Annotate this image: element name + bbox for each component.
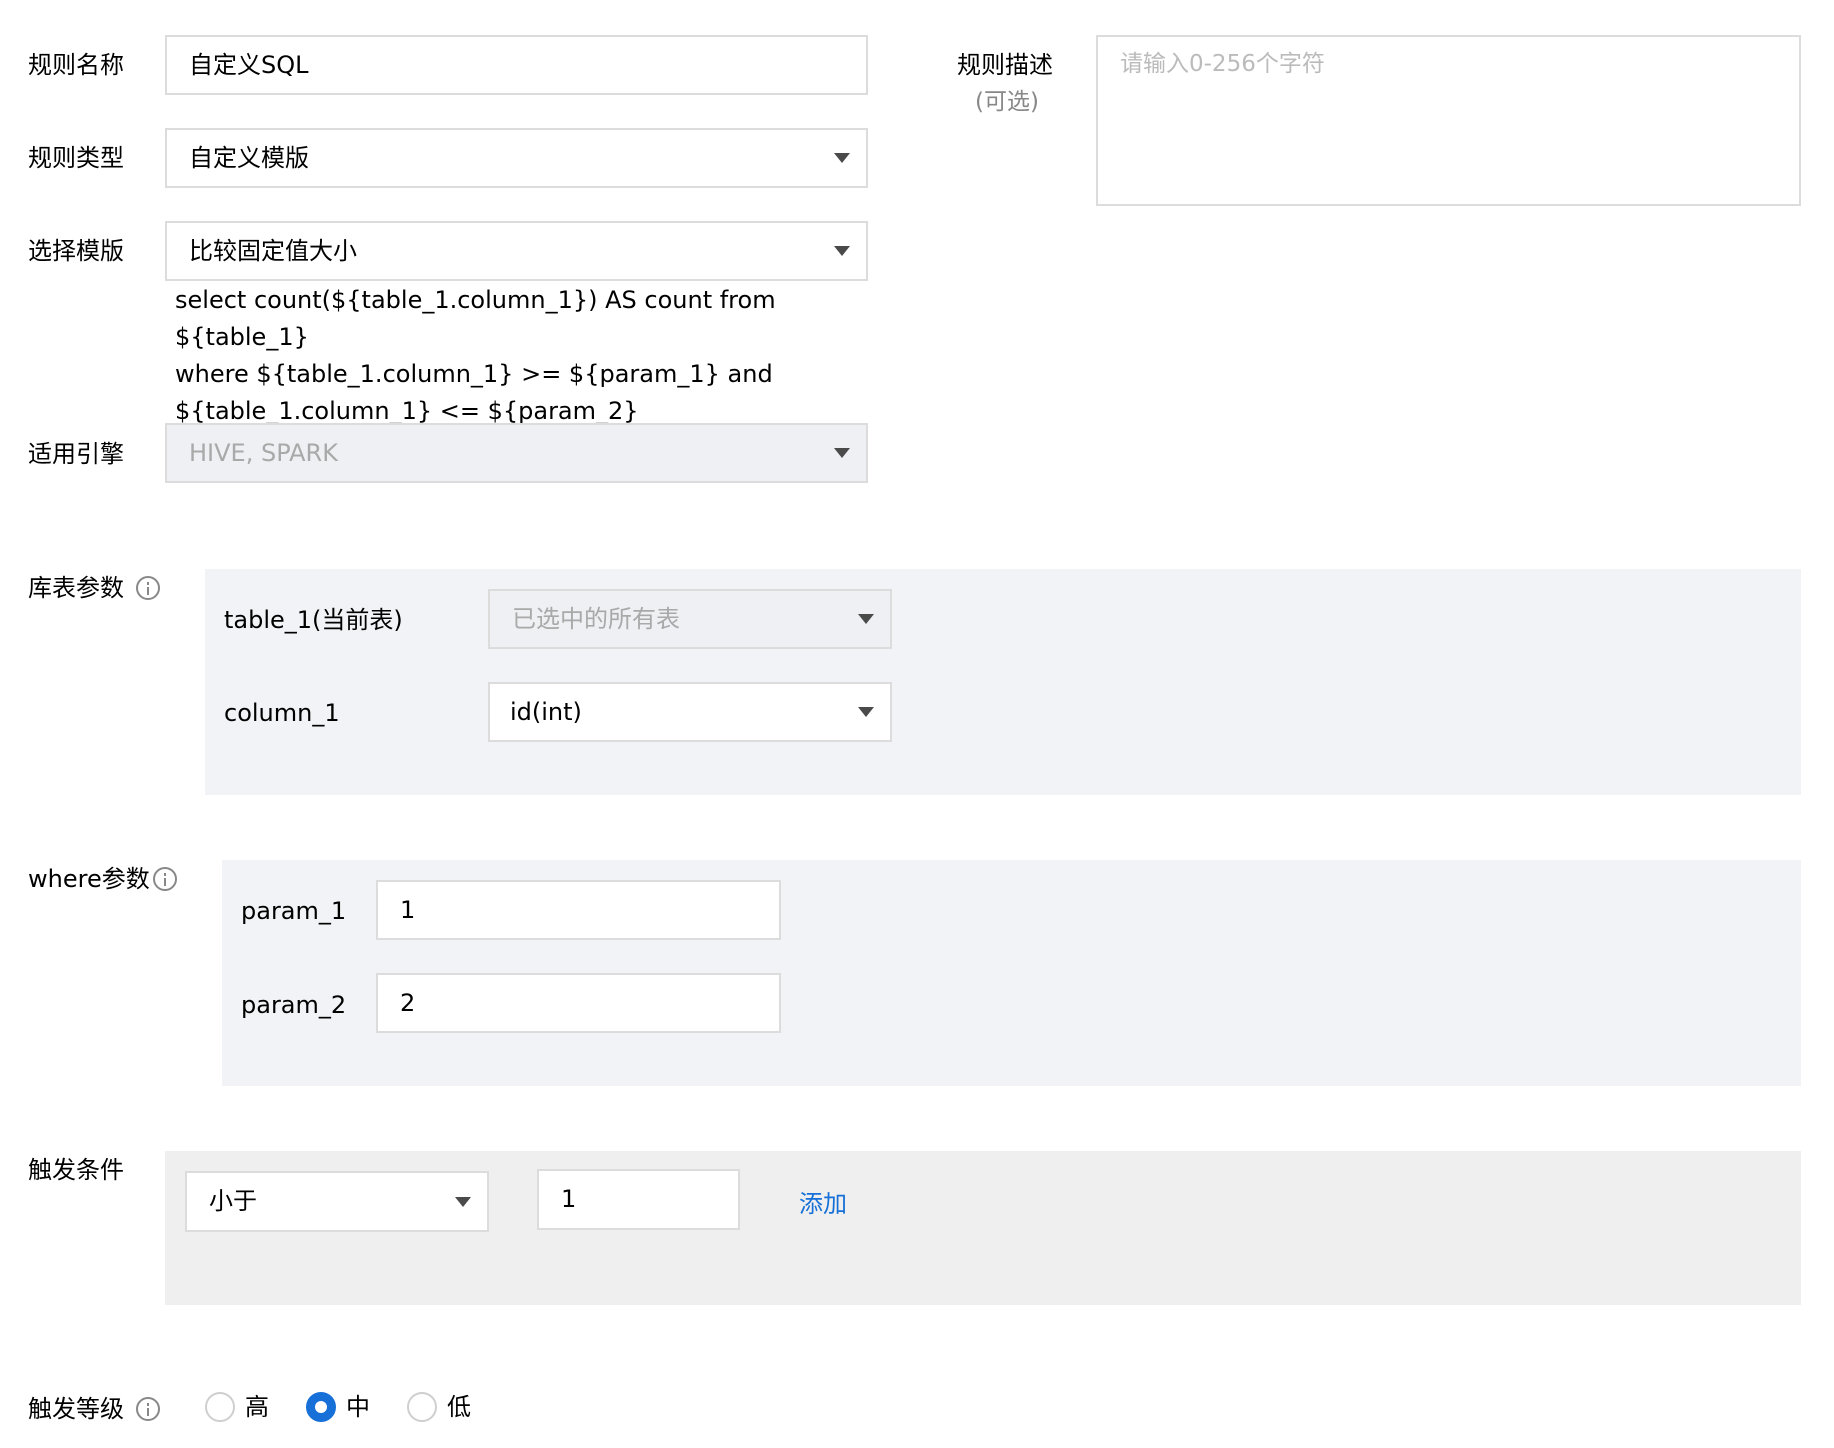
table-params-panel [205,569,1801,795]
radio-high-label: 高 [245,1393,269,1421]
rule-name-input[interactable]: 自定义SQL [165,35,868,95]
column-param-name: column_1 [224,699,340,727]
template-sql: select count(${table_1.column_1}) AS cou… [175,282,875,430]
trigger-level-label: 触发等级 [28,1395,124,1423]
chevron-down-icon [858,707,874,717]
info-icon[interactable] [136,576,160,600]
radio-low[interactable] [407,1392,437,1422]
engine-label: 适用引擎 [28,440,124,468]
info-icon[interactable] [136,1397,160,1421]
trigger-operator-select[interactable]: 小于 [185,1171,489,1232]
template-select[interactable]: 比较固定值大小 [165,221,868,281]
radio-medium[interactable] [306,1392,336,1422]
where-param-name: param_1 [241,897,347,925]
rule-desc-textarea[interactable]: 请输入0-256个字符 [1096,35,1801,206]
info-icon[interactable] [153,867,177,891]
column-param-value: id(int) [510,698,582,726]
trigger-condition-label: 触发条件 [28,1156,124,1184]
rule-desc-label: 规则描述 [957,51,1053,79]
rule-type-select[interactable]: 自定义模版 [165,128,868,188]
trigger-value-input[interactable]: 1 [537,1169,740,1230]
rule-type-label: 规则类型 [28,144,124,172]
column-param-select[interactable]: id(int) [488,682,892,742]
radio-high[interactable] [205,1392,235,1422]
radio-low-label: 低 [447,1393,471,1421]
chevron-down-icon [455,1196,471,1207]
rule-type-value: 自定义模版 [189,144,309,172]
sql-line: select count(${table_1.column_1}) AS cou… [175,286,776,351]
where-param-input[interactable]: 1 [376,880,781,940]
add-condition-link[interactable]: 添加 [799,1187,847,1221]
chevron-down-icon [858,614,874,624]
chevron-down-icon [834,246,850,256]
chevron-down-icon [834,153,850,163]
where-params-label: where参数 [28,865,150,893]
rule-desc-optional: (可选) [975,89,1039,115]
table-param-select: 已选中的所有表 [488,589,892,649]
trigger-operator-value: 小于 [209,1187,257,1215]
engine-value: HIVE, SPARK [189,439,338,467]
table-param-value: 已选中的所有表 [512,605,680,633]
table-params-label: 库表参数 [28,574,124,602]
template-value: 比较固定值大小 [189,237,357,265]
radio-medium-label: 中 [346,1393,370,1421]
table-param-name: table_1(当前表) [224,606,403,634]
template-label: 选择模版 [28,237,124,265]
chevron-down-icon [834,448,850,458]
rule-name-label: 规则名称 [28,51,124,79]
sql-line: where ${table_1.column_1} >= ${param_1} … [175,360,773,388]
engine-select: HIVE, SPARK [165,423,868,483]
where-param-input[interactable]: 2 [376,973,781,1033]
where-param-name: param_2 [241,991,347,1019]
